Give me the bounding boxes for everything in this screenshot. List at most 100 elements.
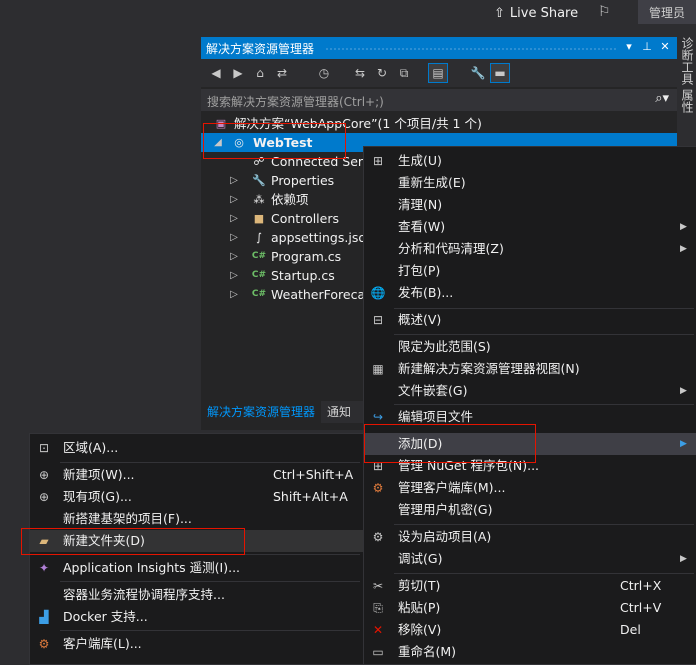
solution-explorer-titlebar: 解决方案资源管理器 ▾ ⊥ ✕ [201, 37, 677, 59]
menu-item-paste[interactable]: ⎘ 粘贴(P) Ctrl+V [364, 597, 696, 619]
expand-arrow-icon[interactable]: ▷ [229, 247, 239, 266]
submenu-arrow-icon: ▶ [680, 439, 687, 449]
new-folder-icon: ▰ [39, 534, 49, 548]
menu-item-analyze[interactable]: 分析和代码清理(Z) ▶ [364, 238, 696, 260]
expand-arrow-icon[interactable]: ▷ [229, 285, 239, 304]
live-share-button[interactable]: ⇧ Live Share [494, 4, 578, 22]
area-icon: ⊡ [38, 441, 50, 455]
menu-item-rename[interactable]: ▭ 重命名(M) [364, 641, 696, 663]
menu-separator [60, 554, 360, 555]
menu-item-build[interactable]: ⊞ 生成(U) [364, 150, 696, 172]
preview-icon[interactable]: ▬ [490, 63, 510, 83]
properties-icon[interactable]: 🔧 [469, 64, 487, 82]
menu-item-set-startup[interactable]: ⚙ 设为启动项目(A) [364, 526, 696, 548]
add-submenu: ⊡ 区域(A)... ⊕ 新建项(W)... Ctrl+Shift+A ⊕ 现有… [29, 433, 364, 665]
submenu-arrow-icon: ▶ [680, 222, 687, 232]
submenu-item-app-insights[interactable]: ✦ Application Insights 遥测(I)... [30, 557, 363, 579]
solution-explorer-toolbar: ◀ ▶ ⌂ ⇄ ◷ ⇆ ↻ ⧉ ▤ 🔧 ▬ [201, 59, 677, 87]
submenu-arrow-icon: ▶ [680, 554, 687, 564]
submenu-item-docker[interactable]: ▟ Docker 支持... [30, 606, 363, 628]
home-icon[interactable]: ⌂ [251, 64, 269, 82]
gear-icon: ⚙ [372, 530, 384, 544]
menu-item-nuget[interactable]: ⊞ 管理 NuGet 程序包(N)... [364, 455, 696, 477]
admin-badge: 管理员 [638, 0, 696, 24]
expand-arrow-icon[interactable]: ▷ [229, 266, 239, 285]
live-share-label: Live Share [509, 5, 579, 21]
expand-arrow-icon[interactable]: ▷ [229, 209, 239, 228]
expand-arrow-icon[interactable]: ▷ [229, 171, 239, 190]
collapse-arrow-icon[interactable]: ◢ [213, 133, 223, 152]
menu-item-client-libs[interactable]: ⚙ 管理客户端库(M)... [364, 477, 696, 499]
build-icon: ⊞ [372, 154, 384, 168]
forward-icon[interactable]: ▶ [229, 64, 247, 82]
docker-icon: ▟ [39, 610, 49, 624]
menu-separator [60, 630, 360, 631]
menu-item-user-secrets[interactable]: 管理用户机密(G) [364, 499, 696, 521]
submenu-item-new-item[interactable]: ⊕ 新建项(W)... Ctrl+Shift+A [30, 464, 363, 486]
submenu-item-new-folder[interactable]: ▰ 新建文件夹(D) [30, 530, 363, 552]
json-file-icon: ∫ [256, 231, 262, 244]
menu-item-clean[interactable]: 清理(N) [364, 194, 696, 216]
pending-changes-icon[interactable]: ◷ [315, 64, 333, 82]
drag-grip[interactable] [325, 47, 617, 51]
menu-item-cut[interactable]: ✂ 剪切(T) Ctrl+X [364, 575, 696, 597]
submenu-arrow-icon: ▶ [680, 386, 687, 396]
menu-item-edit-project[interactable]: ↪ 编辑项目文件 [364, 406, 696, 428]
tab-notifications[interactable]: 通知 [322, 401, 356, 423]
new-item-icon: ⊕ [38, 468, 50, 482]
menu-item-scope[interactable]: 限定为此范围(S) [364, 336, 696, 358]
close-icon[interactable]: ✕ [657, 39, 673, 55]
expand-arrow-icon[interactable]: ▷ [229, 228, 239, 247]
menu-item-new-view[interactable]: ▦ 新建解决方案资源管理器视图(N) [364, 358, 696, 380]
edit-file-icon: ↪ [372, 410, 384, 424]
menu-item-publish[interactable]: 🌐 发布(B)... [364, 282, 696, 304]
switch-views-icon[interactable]: ⇄ [273, 64, 291, 82]
menu-separator [394, 334, 694, 335]
collapse-all-icon[interactable]: ⧉ [395, 64, 413, 82]
search-input[interactable]: 搜索解决方案资源管理器(Ctrl+;) [207, 93, 384, 110]
submenu-item-client-lib[interactable]: ⚙ 客户端库(L)... [30, 633, 363, 655]
tab-solution-explorer[interactable]: 解决方案资源管理器 [201, 401, 322, 423]
menu-item-debug[interactable]: 调试(G) ▶ [364, 548, 696, 570]
menu-item-add[interactable]: 添加(D) ▶ [364, 433, 696, 455]
submenu-item-existing-item[interactable]: ⊕ 现有项(G)... Shift+Alt+A [30, 486, 363, 508]
menu-item-file-nesting[interactable]: 文件嵌套(G) ▶ [364, 380, 696, 402]
expand-arrow-icon[interactable]: ▷ [229, 190, 239, 209]
rename-icon: ▭ [372, 645, 384, 659]
solution-icon: ▣ [215, 117, 227, 130]
refresh-icon[interactable]: ↻ [373, 64, 391, 82]
back-icon[interactable]: ◀ [207, 64, 225, 82]
submenu-item-orchestration[interactable]: 容器业务流程协调程序支持... [30, 584, 363, 606]
project-context-menu: ⊞ 生成(U) 重新生成(E) 清理(N) 查看(W) ▶ 分析和代码清理(Z)… [363, 146, 696, 665]
sync-icon[interactable]: ⇆ [351, 64, 369, 82]
feedback-icon[interactable]: ⚐ [598, 4, 616, 22]
csharp-file-icon: C# [251, 251, 267, 261]
share-icon: ⇧ [494, 5, 505, 21]
lightbulb-icon: ✦ [38, 561, 50, 575]
menu-item-view[interactable]: 查看(W) ▶ [364, 216, 696, 238]
solution-node[interactable]: ▣ 解决方案“WebAppCore”(1 个项目/共 1 个) [201, 114, 677, 133]
menu-item-rebuild[interactable]: 重新生成(E) [364, 172, 696, 194]
search-box[interactable]: 搜索解决方案资源管理器(Ctrl+;) ⌕▾ [201, 89, 677, 111]
csharp-file-icon: C# [251, 289, 267, 299]
nuget-icon: ⊞ [372, 459, 384, 473]
submenu-item-scaffold[interactable]: 新搭建基架的项目(F)... [30, 508, 363, 530]
existing-item-icon: ⊕ [38, 490, 50, 504]
dependencies-icon: ⁂ [253, 193, 265, 206]
submenu-item-area[interactable]: ⊡ 区域(A)... [30, 437, 363, 459]
folder-icon: ■ [253, 212, 265, 225]
show-all-files-icon[interactable]: ▤ [428, 63, 448, 83]
web-project-icon: ◎ [234, 136, 244, 149]
panel-title: 解决方案资源管理器 [206, 42, 315, 56]
menu-item-overview[interactable]: ⊟ 概述(V) [364, 309, 696, 331]
dropdown-icon[interactable]: ▾ [621, 39, 637, 55]
menu-separator [394, 404, 694, 405]
submenu-arrow-icon: ▶ [680, 244, 687, 254]
menu-separator [60, 462, 360, 463]
pin-icon[interactable]: ⊥ [639, 39, 655, 55]
menu-item-remove[interactable]: ✕ 移除(V) Del [364, 619, 696, 641]
search-icon[interactable]: ⌕▾ [655, 91, 669, 106]
scissors-icon: ✂ [372, 579, 384, 593]
menu-item-pack[interactable]: 打包(P) [364, 260, 696, 282]
menu-separator [60, 581, 360, 582]
